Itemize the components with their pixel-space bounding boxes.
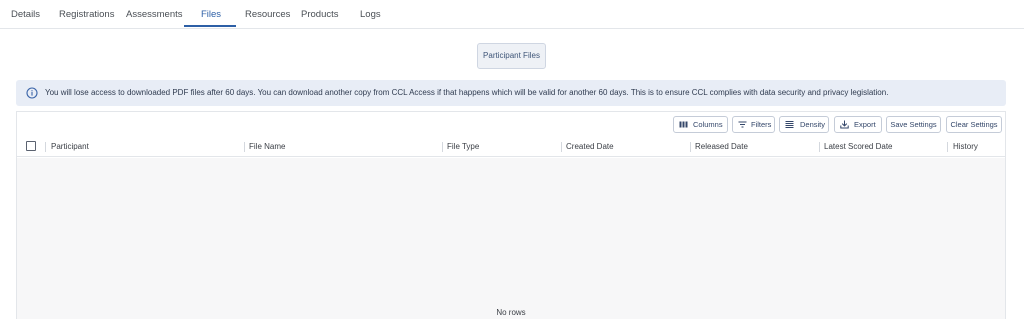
clear-settings-button[interactable]: Clear Settings [946,116,1002,133]
info-alert: You will lose access to downloaded PDF f… [16,80,1006,106]
column-separator[interactable] [947,142,948,152]
tab-details[interactable]: Details [11,0,40,29]
density-button[interactable]: Density [779,116,829,133]
files-data-grid: Columns Filters Density Export Save Sett… [16,111,1006,319]
column-header-latest-scored-date[interactable]: Latest Scored Date [824,137,892,157]
tab-products[interactable]: Products [301,0,339,29]
tab-bar: Details Registrations Assessments Files … [0,0,1024,29]
column-header-file-name[interactable]: File Name [249,137,285,157]
filter-icon [738,121,747,128]
save-settings-label: Save Settings [890,120,937,129]
tab-assessments[interactable]: Assessments [126,0,183,29]
column-separator[interactable] [819,142,820,152]
select-all-checkbox[interactable] [26,141,36,151]
no-rows-message: No rows [496,308,526,317]
column-header-history[interactable]: History [953,137,978,157]
columns-button[interactable]: Columns [673,116,728,133]
column-header-file-type[interactable]: File Type [447,137,479,157]
alert-message: You will lose access to downloaded PDF f… [45,88,889,97]
column-header-released-date[interactable]: Released Date [695,137,748,157]
tab-resources[interactable]: Resources [245,0,290,29]
column-header-created-date[interactable]: Created Date [566,137,614,157]
grid-body: No rows [17,158,1005,319]
filters-label: Filters [751,120,772,129]
save-settings-button[interactable]: Save Settings [886,116,941,133]
export-button[interactable]: Export [834,116,882,133]
column-separator[interactable] [442,142,443,152]
column-separator[interactable] [244,142,245,152]
participant-files-button[interactable]: Participant Files [477,43,546,69]
tab-logs[interactable]: Logs [360,0,381,29]
density-icon [785,121,794,128]
info-icon [26,87,38,99]
columns-label: Columns [693,120,723,129]
column-separator[interactable] [561,142,562,152]
active-tab-indicator [184,25,236,27]
column-header-participant[interactable]: Participant [51,137,89,157]
download-icon [840,120,849,129]
clear-settings-label: Clear Settings [950,120,998,129]
export-label: Export [854,120,876,129]
column-separator[interactable] [690,142,691,152]
columns-icon [679,121,688,128]
grid-header-row: Participant File Name File Type Created … [17,137,1005,157]
column-separator[interactable] [45,142,46,152]
filters-button[interactable]: Filters [732,116,775,133]
tab-registrations[interactable]: Registrations [59,0,114,29]
density-label: Density [800,120,826,129]
